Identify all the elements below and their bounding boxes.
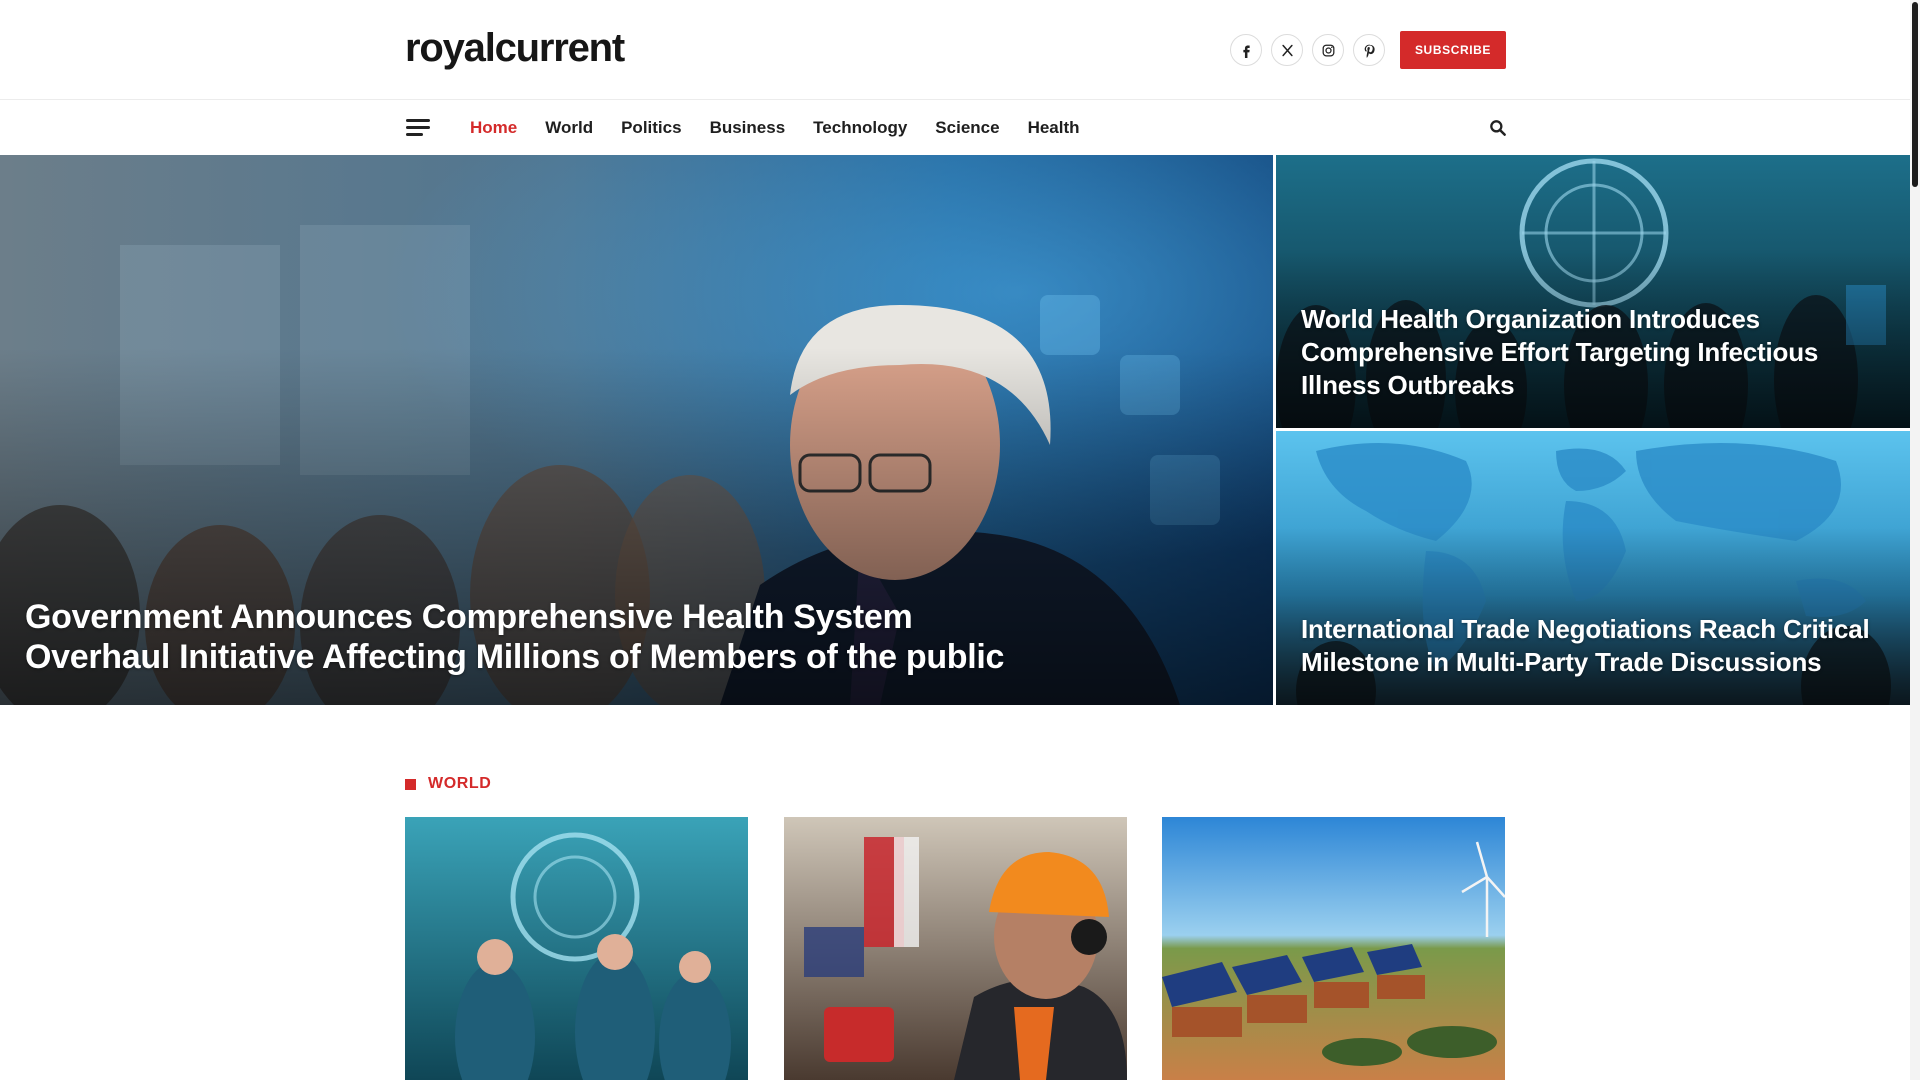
factory-worker-hardhat-photo [784,817,1127,1080]
hero-main-article[interactable]: Government Announces Comprehensive Healt… [0,155,1273,705]
facebook-icon [1242,45,1250,58]
article-card-1[interactable] [405,817,748,1080]
hero-side-article-1[interactable]: World Health Organization Introduces Com… [1276,155,1910,428]
section-label[interactable]: WORLD [428,775,491,793]
nav-item-politics[interactable]: Politics [621,118,681,138]
article-card-3[interactable] [1162,817,1505,1080]
nav-item-health[interactable]: Health [1028,118,1080,138]
article-card-2[interactable] [784,817,1127,1080]
search-icon [1490,120,1506,136]
hero-side-title-1[interactable]: World Health Organization Introduces Com… [1301,303,1881,402]
hamburger-menu-icon[interactable] [406,119,430,137]
nav-item-home[interactable]: Home [470,118,517,138]
instagram-link[interactable] [1312,34,1344,66]
site-header: royalcurrent SUBSCRIBE [0,0,1910,100]
pinterest-link[interactable] [1353,34,1385,66]
hero-main-title[interactable]: Government Announces Comprehensive Healt… [25,597,1025,677]
section-heading-world: WORLD [405,775,491,793]
facebook-link[interactable] [1230,34,1262,66]
solar-village-wind-turbines-photo [1162,817,1505,1080]
hero-side-title-2[interactable]: International Trade Negotiations Reach C… [1301,613,1901,679]
nav-item-business[interactable]: Business [710,118,786,138]
pinterest-icon [1364,44,1375,58]
search-button[interactable] [1488,118,1508,138]
x-link[interactable] [1271,34,1303,66]
page-scrollbar[interactable] [1910,0,1920,1080]
instagram-icon [1322,44,1334,56]
x-icon [1281,44,1293,56]
nav-item-world[interactable]: World [545,118,593,138]
nav-item-science[interactable]: Science [935,118,999,138]
social-links [1230,34,1385,66]
nav-item-technology[interactable]: Technology [813,118,907,138]
un-delegates-masks-photo [405,817,748,1080]
scrollbar-thumb[interactable] [1912,2,1918,187]
main-nav: Home World Politics Business Technology … [0,101,1910,155]
nav-menu: Home World Politics Business Technology … [470,101,1080,155]
site-logo[interactable]: royalcurrent [405,26,625,71]
section-marker [405,778,416,790]
hero-side-article-2[interactable]: International Trade Negotiations Reach C… [1276,431,1910,705]
subscribe-button[interactable]: SUBSCRIBE [1400,31,1506,69]
